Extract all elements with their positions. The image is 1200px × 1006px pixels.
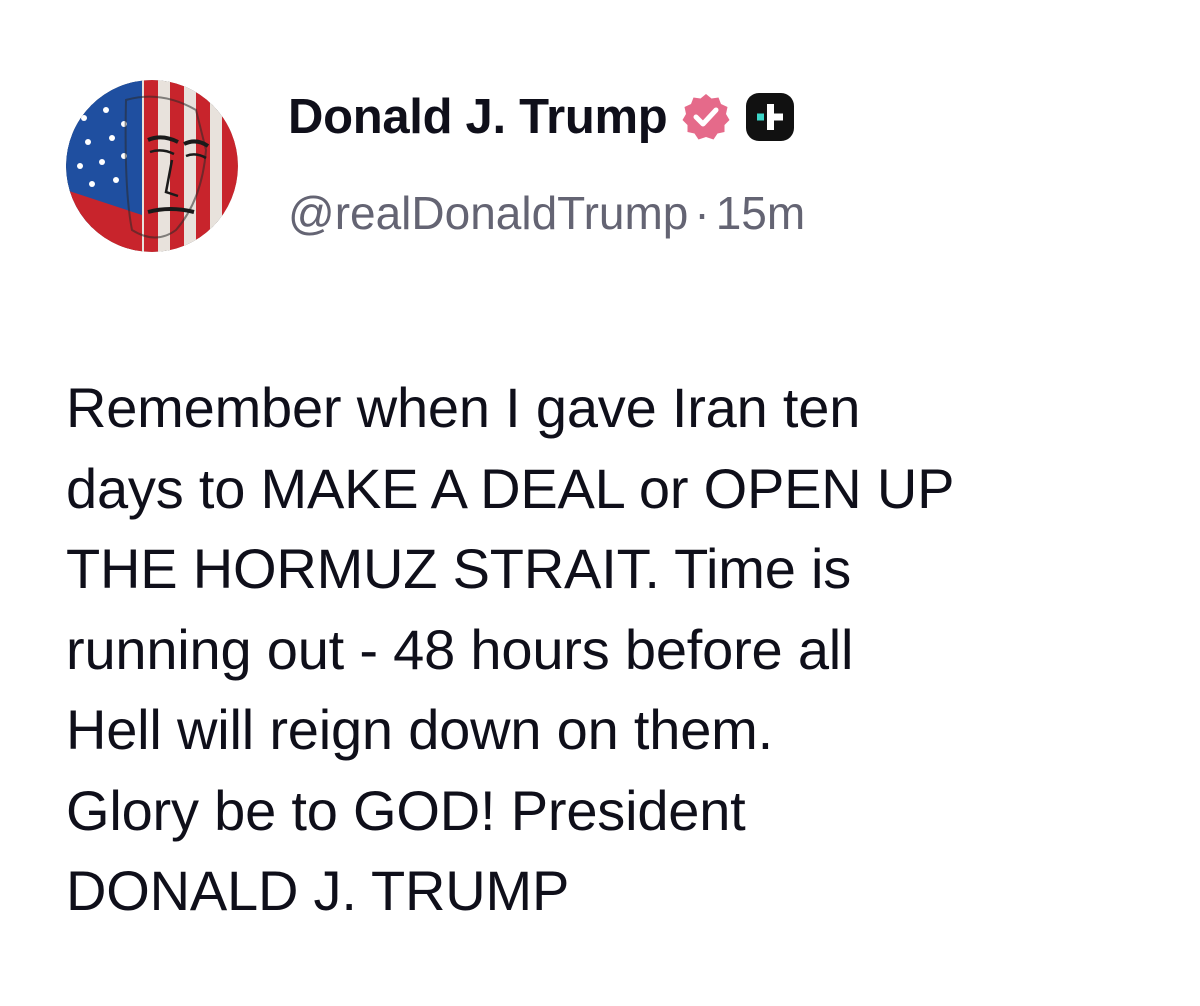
plus-badge-icon bbox=[745, 92, 795, 142]
avatar-image bbox=[66, 80, 238, 252]
post-timestamp[interactable]: 15m bbox=[716, 187, 805, 239]
post-body-line: DONALD J. TRUMP bbox=[66, 859, 570, 922]
avatar[interactable] bbox=[66, 80, 238, 252]
user-handle[interactable]: @realDonaldTrump bbox=[288, 187, 688, 239]
post-body-line: Hell will reign down on them. bbox=[66, 698, 773, 761]
display-name[interactable]: Donald J. Trump bbox=[288, 89, 668, 145]
post-body-line: running out - 48 hours before all bbox=[66, 617, 854, 681]
name-row: Donald J. Trump bbox=[288, 82, 795, 152]
post-body-line: THE HORMUZ STRAIT. Time is bbox=[66, 537, 852, 600]
post-body-line: days to MAKE A DEAL or OPEN UP bbox=[66, 456, 955, 520]
separator-dot: · bbox=[694, 187, 710, 239]
post-card: Donald J. Trump @realDonaldTrump · 15m R… bbox=[0, 0, 1200, 1006]
post-body-line: Remember when I gave Iran ten bbox=[66, 376, 861, 439]
post-header: Donald J. Trump @realDonaldTrump · 15m bbox=[66, 80, 1146, 252]
verified-badge-icon bbox=[681, 92, 731, 142]
handle-row: @realDonaldTrump · 15m bbox=[288, 186, 805, 240]
post-body-line: Glory be to GOD! President bbox=[66, 778, 746, 842]
post-body: Remember when I gave Iran ten days to MA… bbox=[66, 368, 1156, 932]
